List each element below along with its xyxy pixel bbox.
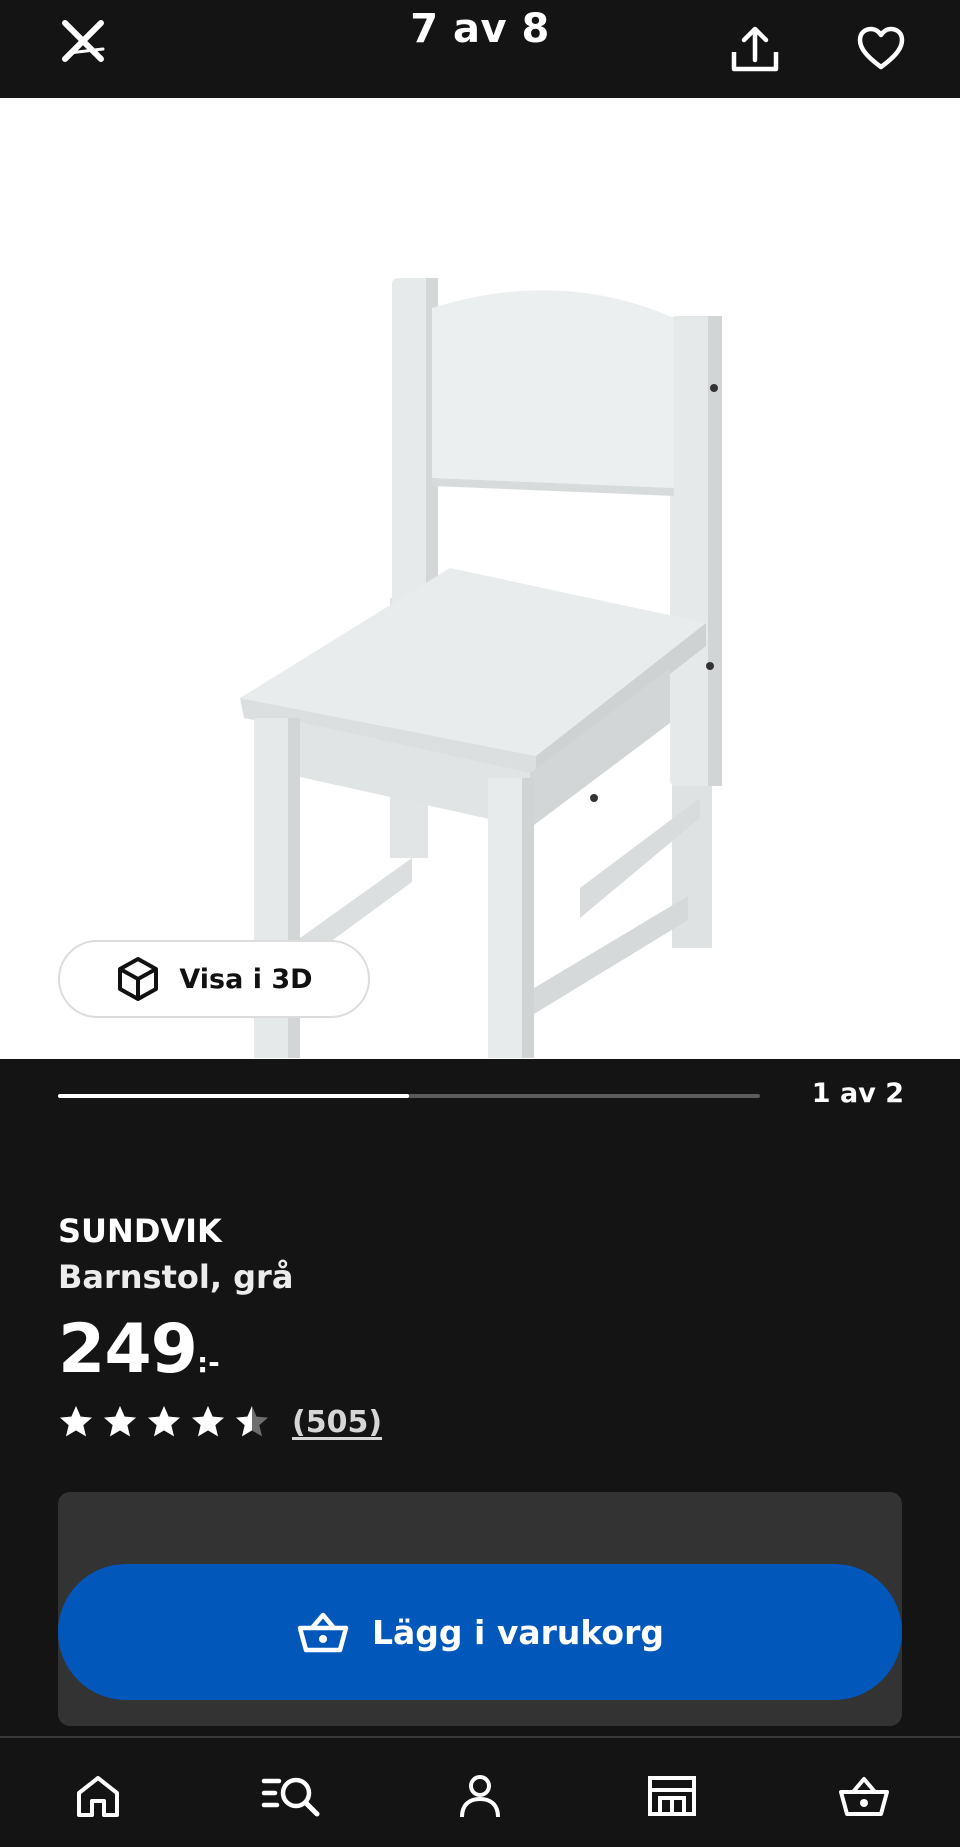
add-to-cart-button[interactable]: Lägg i varukorg xyxy=(58,1564,902,1700)
product-image-gallery[interactable]: Visa i 3D xyxy=(0,98,960,1059)
cart-icon xyxy=(839,1777,889,1816)
gallery-progress-bar xyxy=(58,1094,760,1098)
nav-profile[interactable] xyxy=(448,1766,512,1826)
star-icon xyxy=(236,1406,268,1437)
price-suffix: :- xyxy=(196,1346,220,1379)
share-icon xyxy=(731,26,779,72)
store-icon xyxy=(648,1776,696,1816)
star-icon xyxy=(104,1406,136,1437)
home-icon xyxy=(77,1776,119,1817)
product-brand: SUNDVIK xyxy=(58,1212,222,1250)
review-count-link[interactable]: (505) xyxy=(292,1405,382,1440)
basket-icon xyxy=(297,1612,349,1653)
product-rating[interactable]: (505) xyxy=(58,1402,382,1442)
rating-stars xyxy=(58,1404,270,1440)
profile-icon xyxy=(460,1775,500,1818)
add-to-cart-label: Lägg i varukorg xyxy=(371,1612,664,1652)
star-icon xyxy=(192,1406,224,1437)
gallery-progress-fill xyxy=(58,1094,409,1098)
nav-cart[interactable] xyxy=(832,1766,896,1826)
view-3d-button[interactable]: Visa i 3D xyxy=(58,940,370,1018)
heart-icon xyxy=(857,26,905,70)
product-image xyxy=(240,278,722,1058)
star-icon xyxy=(60,1406,92,1437)
nav-search[interactable] xyxy=(256,1766,328,1826)
product-price: 249:- xyxy=(58,1310,220,1389)
favorite-button[interactable] xyxy=(848,16,914,82)
image-counter: 7 av 8 xyxy=(410,6,550,52)
product-description: Barnstol, grå xyxy=(58,1258,294,1296)
product-page: 7 av 8 Visa i 3D 1 av 2 SUNDVIK Barnstol… xyxy=(0,0,960,1847)
bottom-navigation xyxy=(0,1736,960,1847)
nav-home[interactable] xyxy=(66,1766,130,1826)
view-3d-label: Visa i 3D xyxy=(179,963,313,995)
nav-stores[interactable] xyxy=(640,1766,704,1826)
cube-icon xyxy=(118,957,159,1001)
price-integer: 249 xyxy=(58,1310,198,1389)
gallery-progress-text: 1 av 2 xyxy=(811,1078,904,1109)
search-icon xyxy=(261,1777,320,1817)
star-icon xyxy=(148,1406,180,1437)
share-button[interactable] xyxy=(722,16,788,82)
top-bar: 7 av 8 xyxy=(0,0,960,98)
